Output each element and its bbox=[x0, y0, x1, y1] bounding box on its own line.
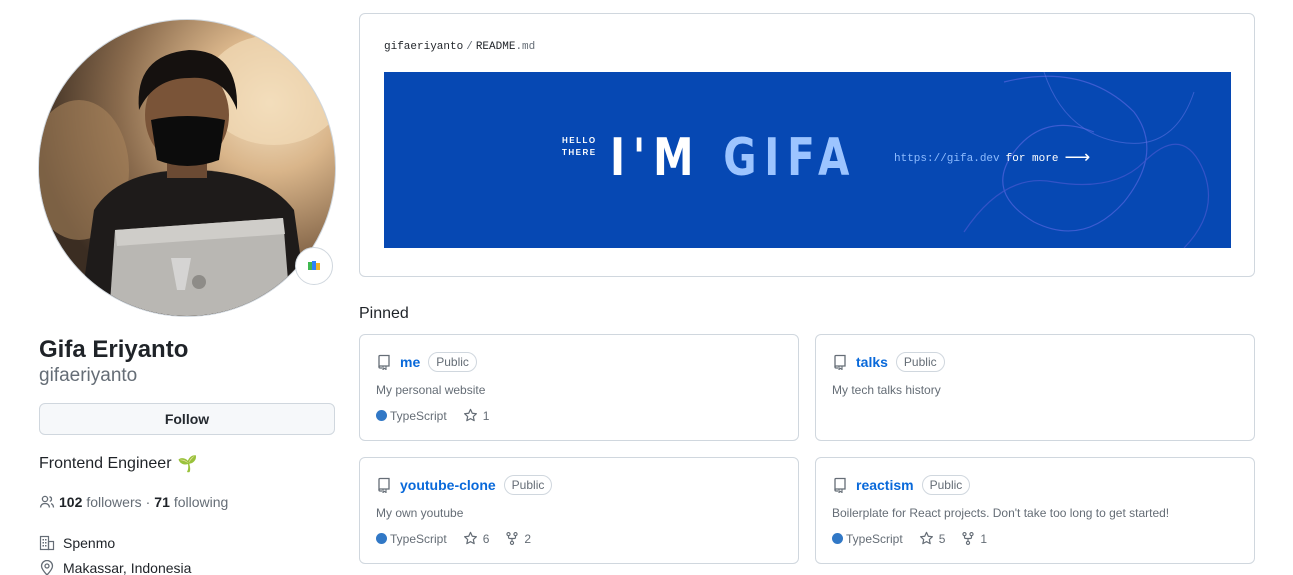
following-count: 71 bbox=[154, 494, 170, 510]
pinned-repo-header: reactism Public bbox=[832, 475, 971, 495]
following-link[interactable]: 71 following bbox=[154, 494, 228, 510]
forks-count: 1 bbox=[980, 531, 988, 546]
seedling-emoji-icon: 🌱 bbox=[177, 456, 198, 473]
repo-icon bbox=[834, 477, 846, 493]
repo-name-link[interactable]: youtube-clone bbox=[400, 477, 496, 493]
language-name: TypeScript bbox=[390, 408, 447, 423]
avatar-container bbox=[38, 19, 336, 317]
pinned-repo-card: reactism Public Boilerplate for React pr… bbox=[815, 457, 1255, 564]
readme-banner: HELLO THERE I'M GIFA https://gifa.dev fo… bbox=[384, 72, 1231, 248]
followers-separator: · bbox=[145, 494, 151, 510]
arrow-right-icon: ⟶ bbox=[1064, 148, 1091, 169]
banner-title-part2: GIFA bbox=[723, 128, 858, 188]
repo-language: TypeScript bbox=[832, 532, 903, 546]
organization-icon bbox=[39, 535, 55, 551]
repo-name-link[interactable]: me bbox=[400, 354, 420, 370]
banner-hello: HELLO THERE bbox=[562, 135, 597, 159]
repo-language: TypeScript bbox=[376, 409, 447, 423]
language-name: TypeScript bbox=[846, 531, 903, 546]
repo-description: My own youtube bbox=[376, 506, 464, 520]
profile-company: Spenmo bbox=[39, 535, 115, 551]
visibility-badge: Public bbox=[428, 352, 477, 372]
repo-meta: TypeScript 6 2 bbox=[376, 531, 531, 546]
pinned-repo-card: youtube-clone Public My own youtube Type… bbox=[359, 457, 799, 564]
followers-count: 102 bbox=[59, 494, 83, 510]
banner-url[interactable]: https://gifa.dev bbox=[894, 153, 1000, 165]
language-color-dot bbox=[376, 533, 387, 544]
repo-meta: TypeScript 1 bbox=[376, 408, 489, 423]
repo-name-link[interactable]: talks bbox=[856, 354, 888, 370]
company-name: Spenmo bbox=[63, 535, 116, 551]
bio-text: Frontend Engineer bbox=[39, 455, 172, 472]
followers-link[interactable]: 102 followers bbox=[59, 494, 142, 510]
following-label: following bbox=[173, 494, 229, 510]
profile-bio: Frontend Engineer 🌱 bbox=[39, 454, 197, 474]
avatar-photo bbox=[39, 35, 335, 316]
readme-file-ext: .md bbox=[515, 41, 536, 53]
avatar[interactable] bbox=[38, 19, 336, 317]
repo-description: My tech talks history bbox=[832, 383, 941, 397]
location-text: Makassar, Indonesia bbox=[63, 560, 192, 575]
stars-count: 5 bbox=[938, 531, 946, 546]
profile-location: Makassar, Indonesia bbox=[39, 560, 191, 575]
pinned-repo-card: me Public My personal website TypeScript… bbox=[359, 334, 799, 441]
repo-language: TypeScript bbox=[376, 532, 447, 546]
banner-hello-line2: THERE bbox=[562, 148, 597, 157]
visibility-badge: Public bbox=[503, 475, 553, 495]
star-icon bbox=[463, 531, 477, 545]
banner-hello-line1: HELLO bbox=[562, 136, 597, 145]
readme-card: gifaeriyanto / README.md HELLO THERE I'M G… bbox=[359, 13, 1255, 277]
repo-name-link[interactable]: reactism bbox=[856, 477, 914, 493]
banner-title: I'M GIFA bbox=[610, 124, 857, 192]
fork-icon bbox=[506, 531, 519, 546]
readme-path-separator: / bbox=[466, 41, 473, 53]
repo-icon bbox=[378, 477, 390, 493]
pinned-repo-card: talks Public My tech talks history bbox=[815, 334, 1255, 441]
repo-stars-link[interactable]: 1 bbox=[463, 408, 490, 423]
pinned-repo-header: me Public bbox=[376, 352, 477, 372]
people-icon bbox=[39, 495, 55, 508]
star-icon bbox=[919, 531, 933, 545]
stars-count: 6 bbox=[482, 531, 490, 546]
follow-button[interactable]: Follow bbox=[39, 403, 335, 435]
pinned-repo-header: youtube-clone Public bbox=[376, 475, 553, 495]
repo-stars-link[interactable]: 6 bbox=[463, 531, 490, 546]
pinned-repo-header: talks Public bbox=[832, 352, 945, 372]
status-emoji-icon[interactable] bbox=[295, 247, 333, 285]
followers-label: followers bbox=[86, 494, 142, 510]
repo-forks-link[interactable]: 1 bbox=[961, 531, 987, 546]
repo-icon bbox=[834, 354, 846, 370]
readme-owner-link[interactable]: gifaeriyanto bbox=[384, 41, 463, 53]
followers-row: 102 followers · 71 following bbox=[39, 494, 228, 510]
pinned-title: Pinned bbox=[359, 305, 409, 322]
star-icon bbox=[463, 408, 477, 422]
repo-meta: TypeScript 5 1 bbox=[832, 531, 987, 546]
stars-count: 1 bbox=[482, 408, 490, 423]
profile-name: Gifa Eriyanto bbox=[39, 336, 189, 363]
language-color-dot bbox=[832, 533, 843, 544]
visibility-badge: Public bbox=[895, 352, 945, 372]
location-icon bbox=[40, 560, 54, 575]
repo-icon bbox=[378, 354, 390, 370]
banner-for-more: for more bbox=[1005, 153, 1059, 165]
forks-count: 2 bbox=[524, 531, 532, 546]
banner-link[interactable]: https://gifa.dev for more ⟶ bbox=[894, 148, 1091, 169]
fork-icon bbox=[962, 531, 975, 546]
repo-description: Boilerplate for React projects. Don't ta… bbox=[832, 506, 1170, 520]
repo-stars-link[interactable]: 5 bbox=[919, 531, 946, 546]
readme-file-base: README bbox=[475, 41, 516, 53]
language-color-dot bbox=[376, 410, 387, 421]
visibility-badge: Public bbox=[921, 475, 971, 495]
readme-path: gifaeriyanto / README.md bbox=[384, 41, 535, 53]
repo-forks-link[interactable]: 2 bbox=[505, 531, 531, 546]
language-name: TypeScript bbox=[390, 531, 447, 546]
repo-description: My personal website bbox=[376, 383, 486, 397]
banner-title-part1: I'M bbox=[610, 128, 724, 188]
profile-login: gifaeriyanto bbox=[39, 365, 138, 386]
